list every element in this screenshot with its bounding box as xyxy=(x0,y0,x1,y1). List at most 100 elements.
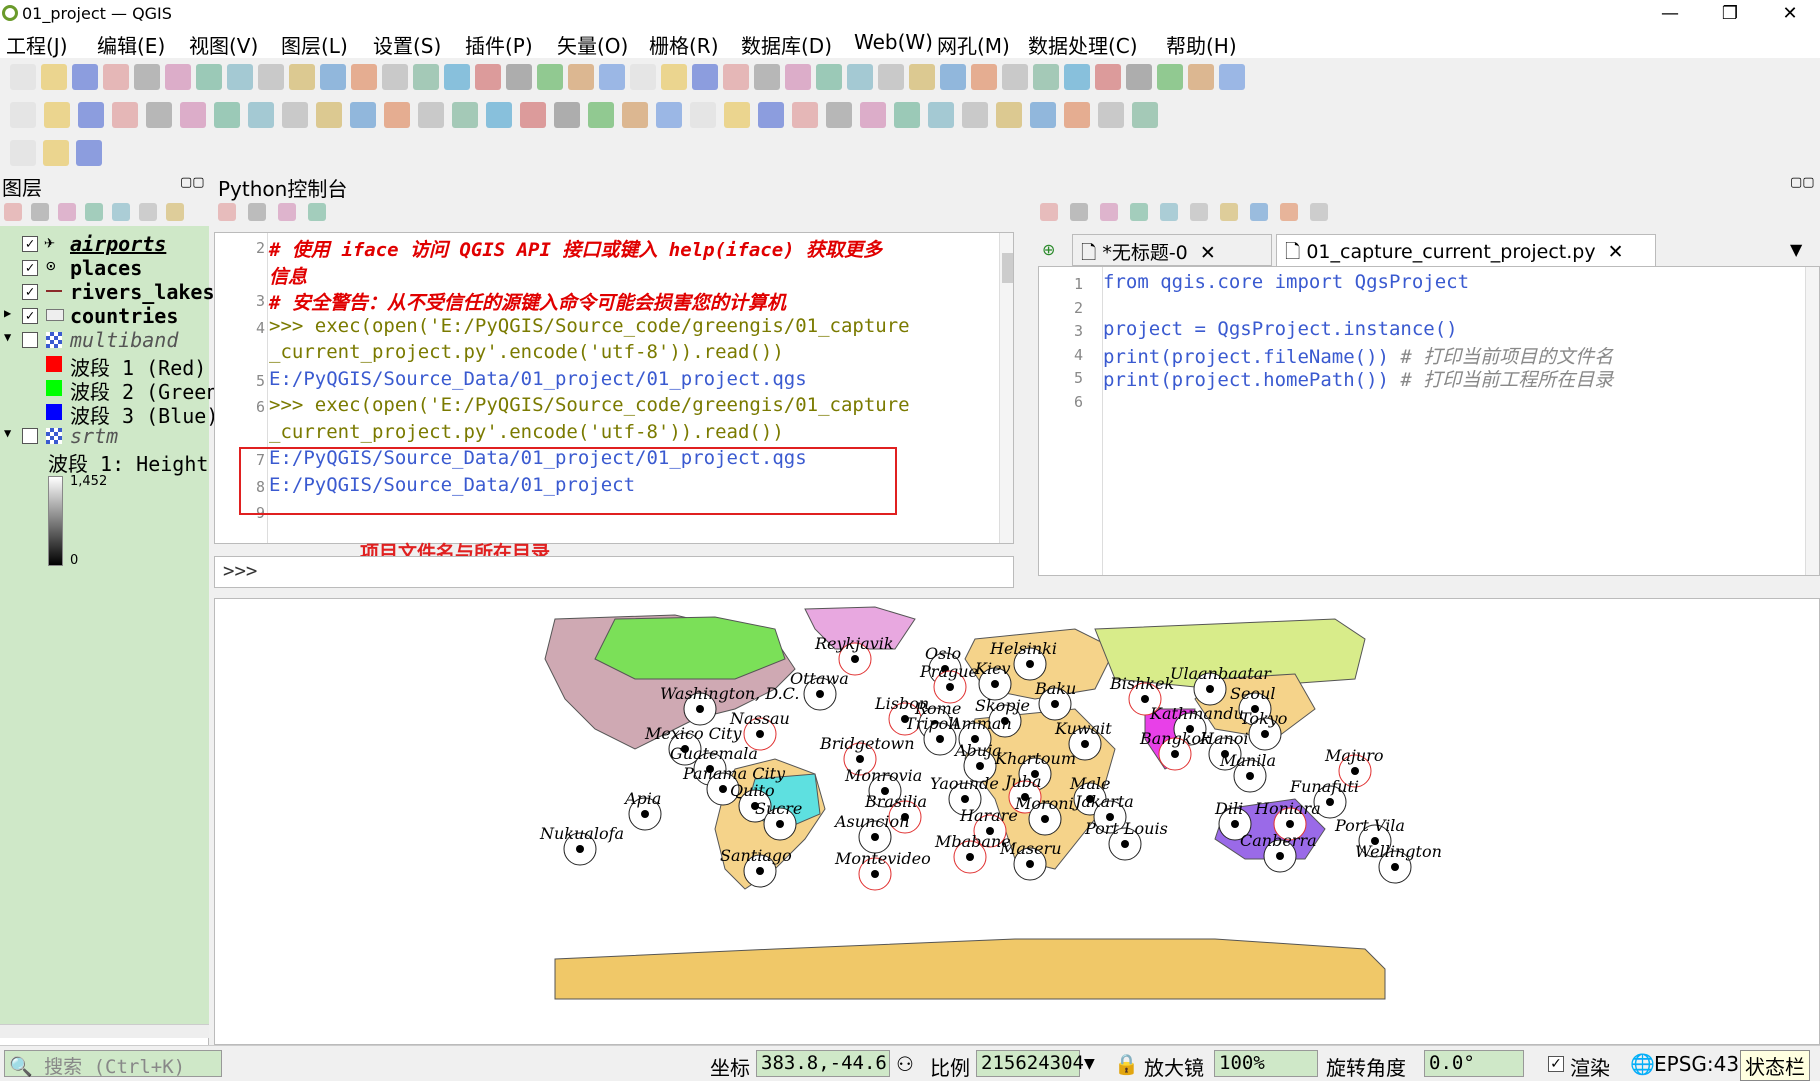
menu-edit[interactable]: 编辑(E) xyxy=(97,30,165,59)
toolbar-tool-icon[interactable] xyxy=(413,64,439,90)
toolbar-tool-icon[interactable] xyxy=(622,102,648,128)
toolbar-tool-icon[interactable] xyxy=(475,64,501,90)
toolbar-tool-icon[interactable] xyxy=(444,64,470,90)
toolbar-tool-icon[interactable] xyxy=(723,64,749,90)
panel-tool-icon[interactable] xyxy=(1040,203,1058,221)
panel-tool-icon[interactable] xyxy=(1160,203,1178,221)
toolbar-tool-icon[interactable] xyxy=(1033,64,1059,90)
toolbar-tool-icon[interactable] xyxy=(940,64,966,90)
toolbar-tool-icon[interactable] xyxy=(76,140,102,166)
code-editor[interactable]: 1 from qgis.core import QgsProject 2 3 proje… xyxy=(1038,266,1820,576)
panel-tool-icon[interactable] xyxy=(308,203,326,221)
plus-icon[interactable]: ⊕ xyxy=(1042,240,1055,259)
panel-tool-icon[interactable] xyxy=(1220,203,1238,221)
scale-field[interactable]: 215624304 xyxy=(976,1050,1084,1077)
panel-tool-icon[interactable] xyxy=(139,203,157,221)
toolbar-tool-icon[interactable] xyxy=(816,64,842,90)
toolbar-tool-icon[interactable] xyxy=(10,102,36,128)
console-input[interactable]: >>> xyxy=(214,556,1014,588)
rotation-field[interactable]: 0.0° xyxy=(1424,1050,1524,1077)
toolbar-tool-icon[interactable] xyxy=(1064,64,1090,90)
toolbar-tool-icon[interactable] xyxy=(661,64,687,90)
airports-checkbox[interactable]: ✓ xyxy=(22,236,38,252)
toolbar-tool-icon[interactable] xyxy=(1064,102,1090,128)
toolbar-tool-icon[interactable] xyxy=(860,102,886,128)
toolbar-tool-icon[interactable] xyxy=(44,102,70,128)
countries-checkbox[interactable]: ✓ xyxy=(22,308,38,324)
toolbar-tool-icon[interactable] xyxy=(289,64,315,90)
toolbar-tool-icon[interactable] xyxy=(10,64,36,90)
toolbar-tool-icon[interactable] xyxy=(758,102,784,128)
collapse-icon[interactable]: ▼ xyxy=(4,330,11,344)
toolbar-tool-icon[interactable] xyxy=(847,64,873,90)
layers-hscrollbar[interactable] xyxy=(0,1024,209,1038)
toolbar-tool-icon[interactable] xyxy=(134,64,160,90)
toolbar-tool-icon[interactable] xyxy=(248,102,274,128)
toolbar-tool-icon[interactable] xyxy=(146,102,172,128)
toolbar-tool-icon[interactable] xyxy=(258,64,284,90)
render-checkbox[interactable]: ✓ xyxy=(1548,1056,1564,1072)
menu-mesh[interactable]: 网孔(M) xyxy=(937,30,1010,59)
panel-tool-icon[interactable] xyxy=(1070,203,1088,221)
toolbar-tool-icon[interactable] xyxy=(316,102,342,128)
rivers-checkbox[interactable]: ✓ xyxy=(22,284,38,300)
panel-tool-icon[interactable] xyxy=(1250,203,1268,221)
toolbar-tool-icon[interactable] xyxy=(227,64,253,90)
toolbar-tool-icon[interactable] xyxy=(1219,64,1245,90)
toolbar-tool-icon[interactable] xyxy=(1098,102,1124,128)
panel-tool-icon[interactable] xyxy=(166,203,184,221)
toolbar-tool-icon[interactable] xyxy=(894,102,920,128)
minimize-button[interactable]: — xyxy=(1645,2,1695,26)
menu-web[interactable]: Web(W) xyxy=(854,30,933,54)
menu-database[interactable]: 数据库(D) xyxy=(741,30,832,59)
console-vscrollbar[interactable] xyxy=(999,233,1013,543)
panel-tool-icon[interactable] xyxy=(1190,203,1208,221)
toolbar-tool-icon[interactable] xyxy=(754,64,780,90)
close-tab-icon[interactable]: ✕ xyxy=(1200,242,1216,264)
panel-float-icon[interactable]: ▢▢ xyxy=(1790,175,1815,190)
panel-tool-icon[interactable] xyxy=(85,203,103,221)
toolbar-tool-icon[interactable] xyxy=(656,102,682,128)
menu-help[interactable]: 帮助(H) xyxy=(1166,30,1237,59)
toolbar-tool-icon[interactable] xyxy=(520,102,546,128)
toolbar-tool-icon[interactable] xyxy=(1132,102,1158,128)
locator-search-input[interactable]: 🔍 搜索 (Ctrl+K) xyxy=(4,1050,222,1078)
scale-dropdown-icon[interactable]: ▼ xyxy=(1084,1056,1095,1072)
panel-tool-icon[interactable] xyxy=(1310,203,1328,221)
lock-icon[interactable]: 🔒 xyxy=(1114,1052,1139,1076)
toolbar-tool-icon[interactable] xyxy=(971,64,997,90)
toolbar-tool-icon[interactable] xyxy=(1002,64,1028,90)
toolbar-tool-icon[interactable] xyxy=(1030,102,1056,128)
menu-project[interactable]: 工程(J) xyxy=(6,30,68,59)
toolbar-tool-icon[interactable] xyxy=(506,64,532,90)
toolbar-tool-icon[interactable] xyxy=(962,102,988,128)
menu-view[interactable]: 视图(V) xyxy=(189,30,258,59)
toolbar-tool-icon[interactable] xyxy=(214,102,240,128)
toolbar-tool-icon[interactable] xyxy=(384,102,410,128)
globe-icon[interactable]: 🌐 xyxy=(1630,1052,1655,1076)
toolbar-tool-icon[interactable] xyxy=(10,140,36,166)
expand-icon[interactable]: ▶ xyxy=(4,306,11,320)
toolbar-tool-icon[interactable] xyxy=(165,64,191,90)
panel-float-icon[interactable]: ▢▢ xyxy=(180,175,205,190)
toolbar-tool-icon[interactable] xyxy=(486,102,512,128)
toolbar-tool-icon[interactable] xyxy=(554,102,580,128)
toolbar-tool-icon[interactable] xyxy=(1157,64,1183,90)
toolbar-tool-icon[interactable] xyxy=(452,102,478,128)
toolbar-tool-icon[interactable] xyxy=(588,102,614,128)
toolbar-tool-icon[interactable] xyxy=(792,102,818,128)
menu-settings[interactable]: 设置(S) xyxy=(373,30,441,59)
panel-tool-icon[interactable] xyxy=(1100,203,1118,221)
panel-tool-icon[interactable] xyxy=(1280,203,1298,221)
editor-vscrollbar[interactable] xyxy=(1805,267,1819,575)
panel-tool-icon[interactable] xyxy=(1130,203,1148,221)
toolbar-tool-icon[interactable] xyxy=(537,64,563,90)
toolbar-tool-icon[interactable] xyxy=(692,64,718,90)
toolbar-tool-icon[interactable] xyxy=(72,64,98,90)
toolbar-tool-icon[interactable] xyxy=(785,64,811,90)
magnifier-field[interactable]: 100% xyxy=(1214,1050,1318,1077)
toolbar-tool-icon[interactable] xyxy=(826,102,852,128)
menu-plugins[interactable]: 插件(P) xyxy=(465,30,533,59)
toolbar-tool-icon[interactable] xyxy=(196,64,222,90)
toolbar-tool-icon[interactable] xyxy=(878,64,904,90)
